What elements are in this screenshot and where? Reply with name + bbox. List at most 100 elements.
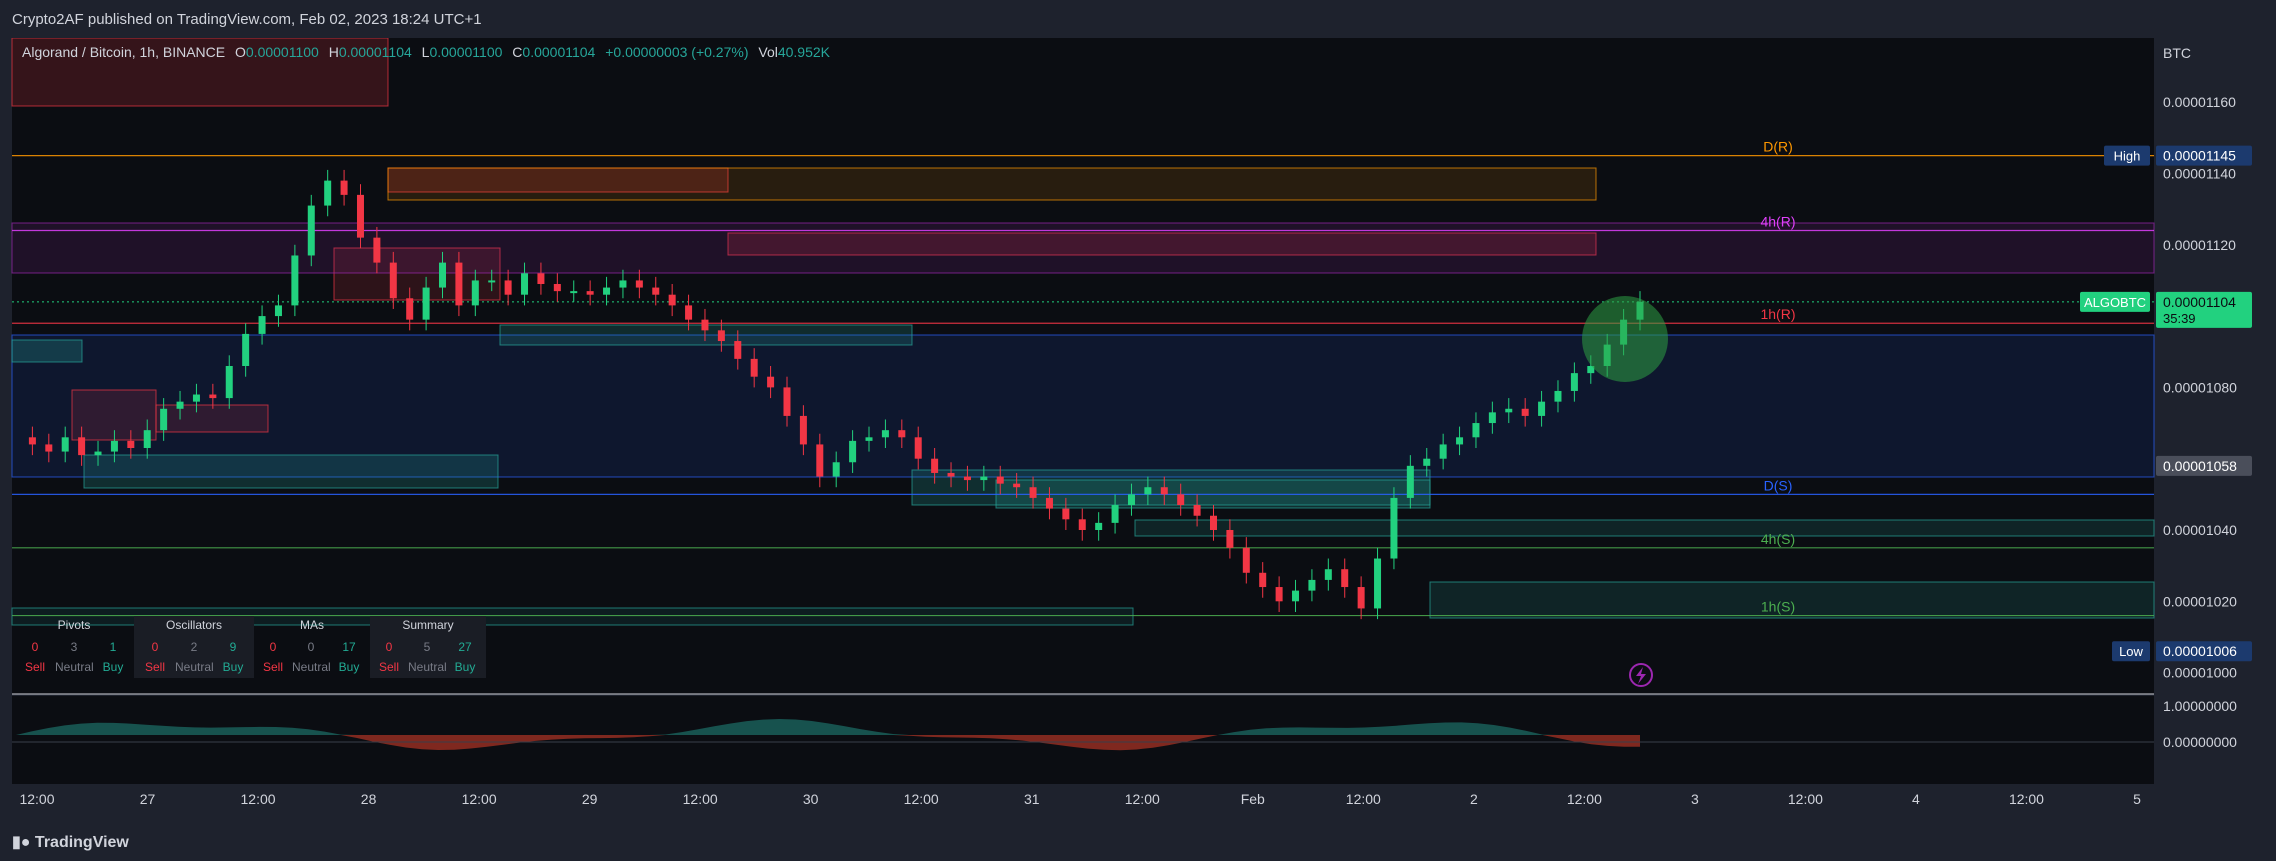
candle-body	[291, 255, 299, 306]
tradingview-logo[interactable]: ▮● TradingView	[12, 832, 129, 852]
candle-body	[996, 476, 1004, 484]
candle-body	[881, 430, 889, 438]
candle-body	[1488, 412, 1496, 424]
badge-label-1: ALGOBTC	[2084, 295, 2146, 310]
candle-body	[1111, 505, 1119, 523]
candle-body	[914, 437, 922, 459]
candle-body	[963, 476, 971, 481]
candle-body	[488, 280, 496, 283]
candle-body	[1177, 494, 1185, 506]
price-tick-0: 0.00001160	[2163, 94, 2236, 110]
chart-area[interactable]: D(R) 4h(R) 1h(R) D(S) 4h(S) 1h(S) 0.00001160 0…	[0, 38, 2276, 821]
time-tick-12: 12:00	[1346, 791, 1381, 807]
candle-body	[1259, 572, 1267, 588]
candle-body	[603, 287, 611, 295]
high-value: 0.00001104	[338, 44, 412, 60]
open-label: O	[235, 44, 246, 60]
zone-8	[11, 339, 83, 363]
candle-body	[192, 394, 200, 402]
candle-body	[1275, 587, 1283, 602]
level-label-4: 4h(S)	[1761, 531, 1795, 547]
group-title: Oscillators	[165, 618, 222, 632]
tv-mark-icon: ▮●	[12, 834, 31, 851]
candle-body	[176, 401, 184, 409]
count-sell: 0	[385, 640, 393, 654]
label-buy: Buy	[222, 660, 244, 674]
candle-body	[356, 194, 364, 238]
candle-body	[799, 415, 807, 445]
badge-label-0: High	[2114, 149, 2141, 164]
price-tick-4: 0.00001040	[2163, 522, 2237, 538]
label-neutral: Neutral	[408, 660, 447, 674]
candle-body	[439, 262, 447, 288]
candle-body	[455, 262, 463, 306]
candle-body	[1324, 569, 1332, 580]
candle-body	[1045, 497, 1053, 509]
time-tick-19: 5	[2133, 791, 2141, 807]
candle-body	[61, 437, 69, 452]
candle-body	[685, 305, 693, 320]
candle-body	[635, 280, 643, 288]
brand-name: TradingView	[34, 834, 129, 851]
level-label-3: D(S)	[1764, 477, 1793, 493]
count-buy: 17	[342, 640, 356, 654]
summary-group-summary: Summary 0 5 27 Sell Neutral Buy	[370, 616, 486, 678]
publisher-text: Crypto2AF published on TradingView.com, …	[12, 11, 482, 28]
candle-body	[258, 316, 266, 334]
footer-bar: ▮● TradingView	[0, 821, 2276, 861]
candle-body	[1160, 487, 1168, 495]
candle-body	[1062, 508, 1070, 520]
candle-body	[1013, 483, 1021, 488]
candle-body	[832, 462, 840, 477]
candle-body	[537, 273, 545, 284]
candle-body	[521, 273, 529, 295]
time-tick-16: 12:00	[1788, 791, 1823, 807]
candle-body	[1554, 390, 1562, 402]
count-sell: 0	[31, 640, 39, 654]
candle-body	[701, 319, 709, 331]
close-value: 0.00001104	[522, 44, 596, 60]
level-label-5: 1h(S)	[1761, 599, 1795, 615]
label-sell: Sell	[144, 660, 165, 674]
candle-body	[1456, 437, 1464, 445]
time-tick-7: 30	[803, 791, 819, 807]
osc-tick-0: 1.00000000	[2163, 698, 2237, 714]
price-tick-3: 0.00001080	[2163, 379, 2237, 395]
time-tick-11: Feb	[1241, 791, 1265, 807]
candle-body	[1570, 373, 1578, 391]
candle-body	[1292, 590, 1300, 602]
candle-body	[1357, 587, 1365, 609]
price-tick-1: 0.00001140	[2163, 165, 2236, 181]
label-neutral: Neutral	[55, 660, 94, 674]
candle-body	[94, 451, 102, 456]
candle-body	[1439, 444, 1447, 459]
candle-body	[1078, 519, 1086, 530]
badge-countdown-1: 35:39	[2163, 311, 2196, 326]
high-label: H	[328, 44, 339, 60]
candle-body	[1308, 579, 1316, 591]
osc-tick-1: 0.00000000	[2163, 734, 2237, 750]
candle-body	[931, 458, 939, 473]
candle-body	[78, 437, 86, 456]
ohlc-legend: Algorand / Bitcoin, 1h, BINANCE O0.00001…	[22, 44, 830, 60]
volume-value: 40.952K	[777, 44, 831, 60]
candle-body	[45, 444, 53, 452]
group-title: Pivots	[57, 618, 91, 632]
candle-body	[1127, 494, 1135, 506]
time-tick-0: 12:00	[19, 791, 54, 807]
label-buy: Buy	[454, 660, 476, 674]
candle-body	[734, 341, 742, 359]
summary-group-mas: MAs 0 0 17 Sell Neutral Buy	[254, 616, 370, 678]
time-tick-18: 12:00	[2009, 791, 2044, 807]
group-title: MAs	[300, 618, 324, 632]
candle-body	[783, 387, 791, 416]
price-tick-2: 0.00001120	[2163, 237, 2236, 253]
currency-label: BTC	[2163, 45, 2191, 61]
change-value: +0.00000003 (+0.27%)	[605, 44, 749, 60]
time-tick-13: 2	[1470, 791, 1478, 807]
candle-body	[1505, 408, 1513, 413]
count-neutral: 2	[190, 640, 198, 654]
publish-header: Crypto2AF published on TradingView.com, …	[0, 0, 2276, 38]
candle-body	[28, 437, 36, 445]
candle-body	[504, 280, 512, 295]
